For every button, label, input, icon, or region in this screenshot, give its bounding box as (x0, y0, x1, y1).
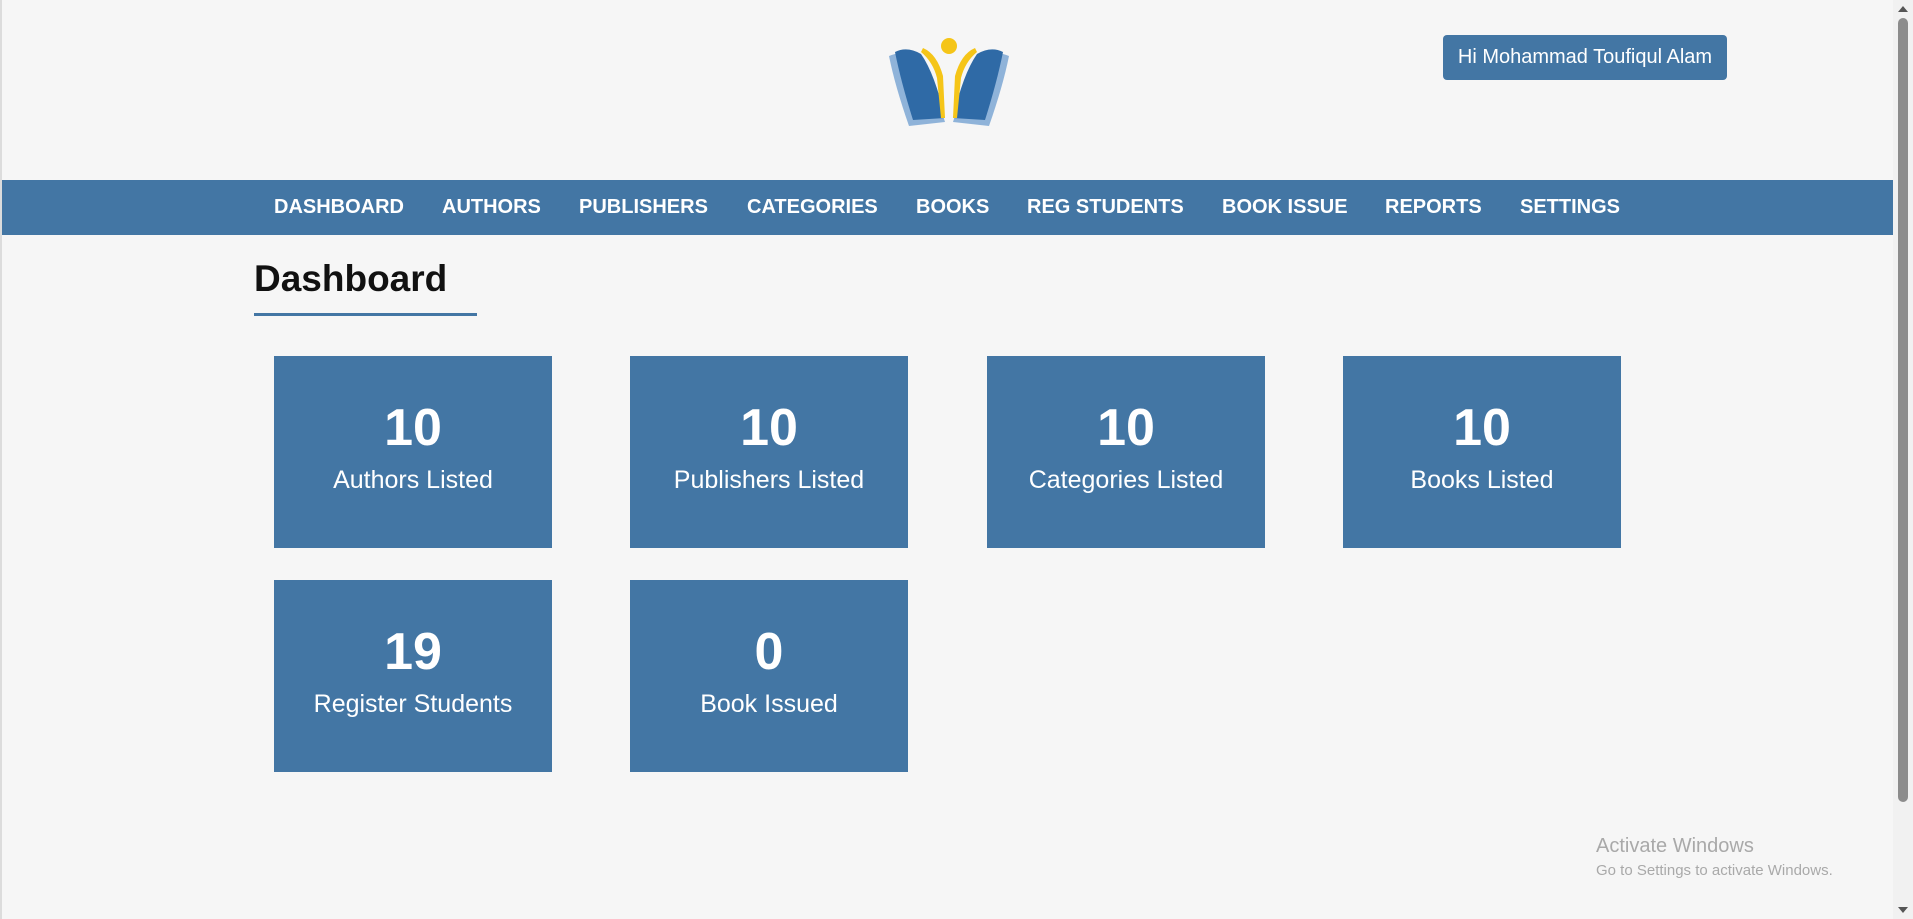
card-label: Book Issued (700, 690, 838, 718)
card-label: Categories Listed (1028, 466, 1224, 494)
nav-item-reg-students[interactable]: REG STUDENTS (1027, 180, 1184, 235)
page: Hi Mohammad Toufiqul Alam DASHBOARD AUTH… (0, 0, 1913, 919)
card-value: 19 (384, 623, 442, 681)
card-label: Register Students (313, 690, 513, 718)
nav-item-settings[interactable]: SETTINGS (1520, 180, 1620, 235)
card-book-issued[interactable]: 0 Book Issued (630, 580, 908, 772)
scrollbar-thumb[interactable] (1898, 18, 1908, 802)
nav-item-reports[interactable]: REPORTS (1385, 180, 1482, 235)
user-greeting-button[interactable]: Hi Mohammad Toufiqul Alam (1443, 35, 1727, 80)
card-value: 10 (384, 399, 442, 457)
page-title: Dashboard (254, 258, 448, 299)
nav-item-categories[interactable]: CATEGORIES (747, 180, 878, 235)
card-publishers-listed[interactable]: 10 Publishers Listed (630, 356, 908, 548)
card-categories-listed[interactable]: 10 Categories Listed (987, 356, 1265, 548)
vertical-scrollbar[interactable] (1893, 0, 1913, 919)
watermark-subtitle: Go to Settings to activate Windows. (1596, 862, 1833, 879)
nav-item-dashboard[interactable]: DASHBOARD (274, 180, 404, 235)
card-label: Publishers Listed (673, 466, 865, 494)
card-label: Books Listed (1410, 466, 1554, 494)
card-value: 10 (740, 399, 798, 457)
watermark-title: Activate Windows (1596, 835, 1754, 857)
main-nav: DASHBOARD AUTHORS PUBLISHERS CATEGORIES … (2, 180, 1893, 235)
card-label: Authors Listed (333, 466, 493, 494)
nav-item-book-issue[interactable]: BOOK ISSUE (1222, 180, 1348, 235)
header: Hi Mohammad Toufiqul Alam (2, 0, 1893, 180)
activate-windows-watermark: Activate Windows Go to Settings to activ… (1596, 834, 1833, 879)
card-value: 10 (1453, 399, 1511, 457)
scroll-down-arrow-icon[interactable] (1898, 907, 1908, 913)
nav-item-books[interactable]: BOOKS (916, 180, 989, 235)
card-books-listed[interactable]: 10 Books Listed (1343, 356, 1621, 548)
scroll-up-arrow-icon[interactable] (1898, 6, 1908, 12)
nav-item-publishers[interactable]: PUBLISHERS (579, 180, 708, 235)
card-value: 10 (1097, 399, 1155, 457)
nav-item-authors[interactable]: AUTHORS (442, 180, 541, 235)
card-register-students[interactable]: 19 Register Students (274, 580, 552, 772)
card-authors-listed[interactable]: 10 Authors Listed (274, 356, 552, 548)
card-value: 0 (754, 623, 784, 681)
title-underline (254, 313, 477, 316)
library-book-logo-icon[interactable] (887, 36, 1011, 130)
